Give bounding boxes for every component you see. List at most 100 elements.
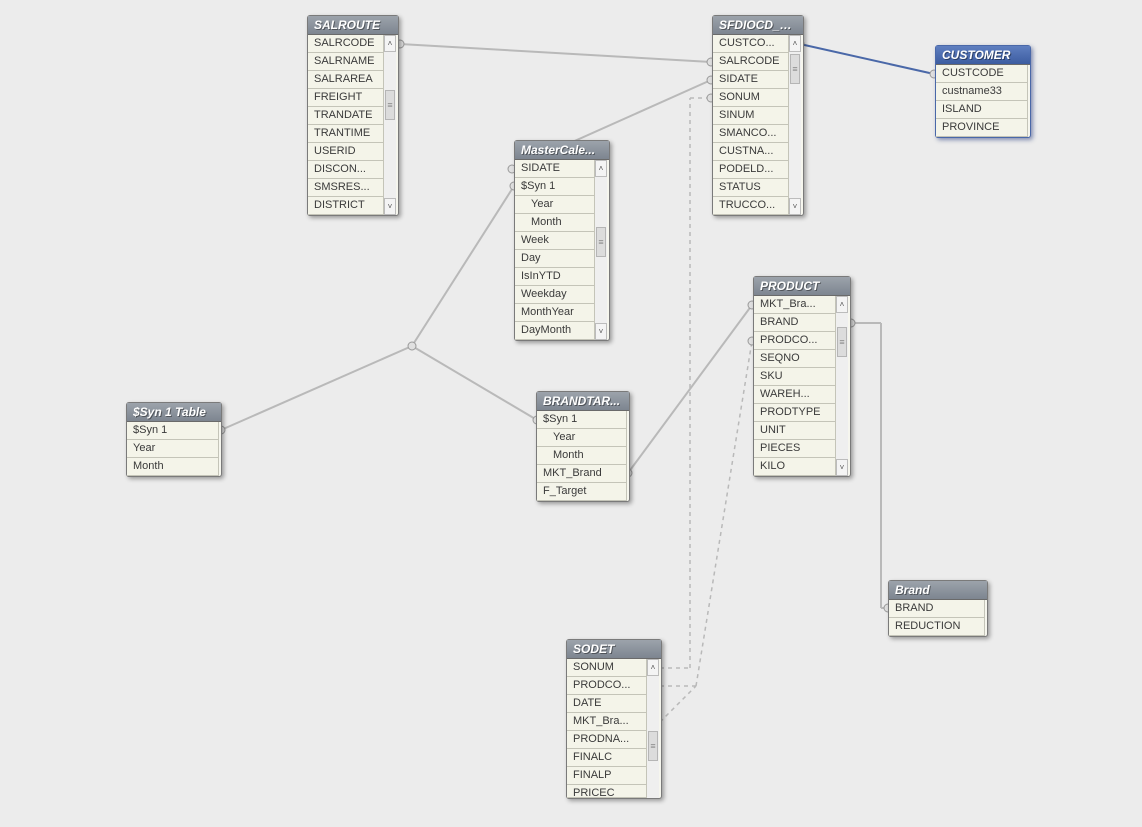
scroll-track[interactable]: ≡ (384, 52, 396, 198)
field[interactable]: STATUS (713, 179, 789, 197)
scroll-thumb[interactable]: ≡ (648, 731, 658, 761)
scroll-down-icon[interactable]: ˅ (836, 459, 848, 476)
field[interactable]: SINUM (713, 107, 789, 125)
table-brandtar[interactable]: BRANDTAR... $Syn 1 Year Month MKT_Brand … (536, 391, 630, 502)
table-header[interactable]: SFDIOCD_S... (713, 16, 803, 35)
field[interactable]: Week (515, 232, 595, 250)
scroll-track[interactable]: ≡ (647, 676, 659, 798)
field[interactable]: SIDATE (515, 160, 595, 178)
field[interactable]: DayMonth (515, 322, 595, 340)
field[interactable]: PRODCO... (567, 677, 647, 695)
field[interactable]: custname33 (936, 83, 1028, 101)
field[interactable]: Year (515, 196, 595, 214)
field[interactable]: DISTRICT (308, 197, 384, 215)
table-header[interactable]: CUSTOMER (936, 46, 1030, 65)
scroll-down-icon[interactable]: ˅ (384, 198, 396, 215)
diagram-canvas[interactable]: SALROUTE SALRCODE SALRNAME SALRAREA FREI… (36, 0, 1142, 794)
table-brand[interactable]: Brand BRAND REDUCTION (888, 580, 988, 637)
field[interactable]: CUSTNA... (713, 143, 789, 161)
field[interactable]: SALRAREA (308, 71, 384, 89)
table-syn1[interactable]: $Syn 1 Table $Syn 1 Year Month (126, 402, 222, 477)
field[interactable]: $Syn 1 (537, 411, 627, 429)
scrollbar[interactable]: ˄ ≡ ˅ (789, 35, 801, 215)
field[interactable]: PROVINCE (936, 119, 1028, 137)
field[interactable]: PRODTYPE (754, 404, 836, 422)
scrollbar[interactable]: ˄ ≡ ˅ (595, 160, 607, 340)
scrollbar[interactable]: ˄ ≡ ˅ (836, 296, 848, 476)
field[interactable]: FINALC (567, 749, 647, 767)
table-header[interactable]: Brand (889, 581, 987, 600)
scroll-down-icon[interactable]: ˅ (595, 323, 607, 340)
table-header[interactable]: $Syn 1 Table (127, 403, 221, 422)
table-header[interactable]: SODET (567, 640, 661, 659)
field[interactable]: IsInYTD (515, 268, 595, 286)
scroll-up-icon[interactable]: ˄ (595, 160, 607, 177)
field[interactable]: MKT_Bra... (567, 713, 647, 731)
field[interactable]: TRANDATE (308, 107, 384, 125)
field[interactable]: MKT_Brand (537, 465, 627, 483)
scroll-thumb[interactable]: ≡ (790, 54, 800, 84)
field[interactable]: SALRCODE (308, 35, 384, 53)
field[interactable]: Day (515, 250, 595, 268)
field[interactable]: UNIT (754, 422, 836, 440)
field[interactable]: Weekday (515, 286, 595, 304)
field[interactable]: SMANCO... (713, 125, 789, 143)
field[interactable]: Month (127, 458, 219, 476)
scroll-thumb[interactable]: ≡ (596, 227, 606, 257)
field[interactable]: BRAND (889, 600, 985, 618)
field[interactable]: PIECES (754, 440, 836, 458)
scroll-down-icon[interactable]: ˅ (789, 198, 801, 215)
field[interactable]: F_Target (537, 483, 627, 501)
field[interactable]: KILO (754, 458, 836, 476)
field[interactable]: MKT_Bra... (754, 296, 836, 314)
field[interactable]: CUSTCODE (936, 65, 1028, 83)
scroll-up-icon[interactable]: ˄ (789, 35, 801, 52)
field[interactable]: SIDATE (713, 71, 789, 89)
field[interactable]: SALRCODE (713, 53, 789, 71)
table-header[interactable]: PRODUCT (754, 277, 850, 296)
field[interactable]: TRUCCO... (713, 197, 789, 215)
scroll-up-icon[interactable]: ˄ (384, 35, 396, 52)
scroll-thumb[interactable]: ≡ (385, 90, 395, 120)
field[interactable]: $Syn 1 (127, 422, 219, 440)
field[interactable]: DISCON... (308, 161, 384, 179)
field[interactable]: FREIGHT (308, 89, 384, 107)
field[interactable]: FINALP (567, 767, 647, 785)
field[interactable]: ISLAND (936, 101, 1028, 119)
field[interactable]: PRODNA... (567, 731, 647, 749)
field[interactable]: WAREH... (754, 386, 836, 404)
field[interactable]: SKU (754, 368, 836, 386)
field[interactable]: PODELD... (713, 161, 789, 179)
table-sfdiocd[interactable]: SFDIOCD_S... CUSTCO... SALRCODE SIDATE S… (712, 15, 804, 216)
field[interactable]: DATE (567, 695, 647, 713)
field[interactable]: Year (537, 429, 627, 447)
field[interactable]: SONUM (567, 659, 647, 677)
field[interactable]: PRICEC (567, 785, 647, 798)
field[interactable]: SEQNO (754, 350, 836, 368)
table-product[interactable]: PRODUCT MKT_Bra... BRAND PRODCO... SEQNO… (753, 276, 851, 477)
field[interactable]: BRAND (754, 314, 836, 332)
field[interactable]: USERID (308, 143, 384, 161)
field[interactable]: TRANTIME (308, 125, 384, 143)
scroll-track[interactable]: ≡ (836, 313, 848, 459)
field[interactable]: PRODCO... (754, 332, 836, 350)
field[interactable]: SONUM (713, 89, 789, 107)
field[interactable]: $Syn 1 (515, 178, 595, 196)
scroll-up-icon[interactable]: ˄ (647, 659, 659, 676)
table-header[interactable]: BRANDTAR... (537, 392, 629, 411)
table-header[interactable]: MasterCale... (515, 141, 609, 160)
field[interactable]: Year (127, 440, 219, 458)
field[interactable]: Month (537, 447, 627, 465)
scroll-track[interactable]: ≡ (789, 52, 801, 198)
field[interactable]: SMSRES... (308, 179, 384, 197)
scroll-up-icon[interactable]: ˄ (836, 296, 848, 313)
scrollbar[interactable]: ˄ ≡ ˅ (384, 35, 396, 215)
scrollbar[interactable]: ˄ ≡ (647, 659, 659, 798)
scroll-thumb[interactable]: ≡ (837, 327, 847, 357)
table-salroute[interactable]: SALROUTE SALRCODE SALRNAME SALRAREA FREI… (307, 15, 399, 216)
field[interactable]: SALRNAME (308, 53, 384, 71)
table-sodet[interactable]: SODET SONUM PRODCO... DATE MKT_Bra... PR… (566, 639, 662, 799)
table-mastercalendar[interactable]: MasterCale... SIDATE $Syn 1 Year Month W… (514, 140, 610, 341)
field[interactable]: MonthYear (515, 304, 595, 322)
field[interactable]: Month (515, 214, 595, 232)
